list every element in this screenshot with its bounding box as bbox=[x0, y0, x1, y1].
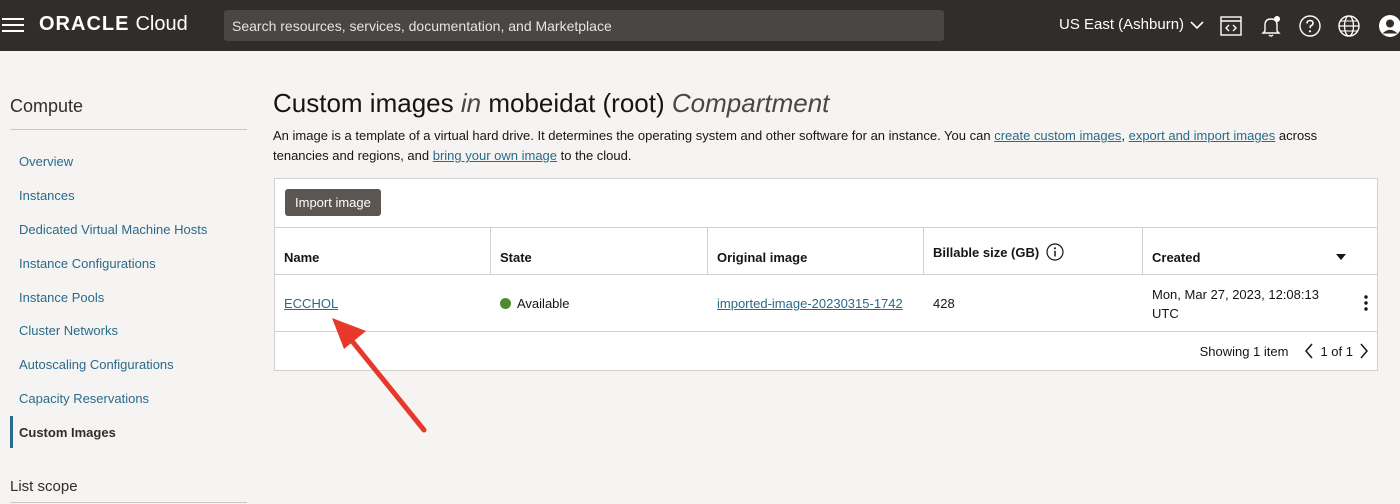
page-title: Custom images in mobeidat (root) Compart… bbox=[273, 88, 829, 119]
showing-count: Showing 1 item bbox=[1199, 343, 1289, 359]
created-value: Mon, Mar 27, 2023, 12:08:13 UTC bbox=[1152, 287, 1319, 321]
sidebar-divider bbox=[10, 129, 247, 130]
menu-icon[interactable] bbox=[2, 15, 24, 35]
help-icon[interactable] bbox=[1298, 14, 1322, 38]
cell-state: Available bbox=[491, 275, 708, 331]
region-label: US East (Ashburn) bbox=[1059, 16, 1185, 33]
export-import-images-link[interactable]: export and import images bbox=[1129, 128, 1276, 143]
intro-text-1: An image is a template of a virtual hard… bbox=[273, 128, 995, 143]
region-selector[interactable]: US East (Ashburn) bbox=[1059, 16, 1204, 33]
state-label: Available bbox=[517, 296, 570, 311]
oracle-cloud-logo[interactable]: ORACLE Cloud bbox=[39, 13, 188, 39]
table-row: ECCHOL Available imported-image-20230315… bbox=[275, 275, 1377, 332]
images-table-panel: Import image Name State Original image B… bbox=[274, 178, 1378, 371]
column-header-original-image[interactable]: Original image bbox=[708, 228, 924, 275]
column-header-name[interactable]: Name bbox=[275, 228, 491, 275]
pagination: Showing 1 item 1 of 1 bbox=[1200, 343, 1369, 359]
chevron-down-icon bbox=[1190, 20, 1204, 29]
sidebar-item-custom-images[interactable]: Custom Images bbox=[19, 425, 116, 440]
search-input[interactable] bbox=[224, 10, 944, 41]
page-title-main: Custom images bbox=[273, 88, 454, 118]
column-header-state[interactable]: State bbox=[491, 228, 708, 275]
image-name-link[interactable]: ECCHOL bbox=[284, 296, 338, 311]
import-image-button[interactable]: Import image bbox=[285, 189, 381, 216]
billable-size-label: Billable size (GB) bbox=[933, 245, 1040, 260]
create-custom-images-link[interactable]: create custom images bbox=[994, 128, 1121, 143]
sidebar-item-autoscaling-configurations[interactable]: Autoscaling Configurations bbox=[19, 357, 174, 372]
table-header: Name State Original image Billable size … bbox=[275, 227, 1377, 275]
logo-product: Cloud bbox=[135, 13, 188, 35]
info-icon[interactable] bbox=[1046, 243, 1064, 261]
cell-created: Mon, Mar 27, 2023, 12:08:13 UTC bbox=[1143, 275, 1377, 331]
bell-icon[interactable] bbox=[1259, 14, 1283, 38]
sidebar-item-dedicated-vm-hosts[interactable]: Dedicated Virtual Machine Hosts bbox=[19, 222, 207, 237]
column-header-created[interactable]: Created bbox=[1143, 228, 1377, 275]
billable-size-value: 428 bbox=[933, 296, 955, 311]
previous-page-icon[interactable] bbox=[1304, 343, 1314, 359]
sidebar-active-indicator bbox=[10, 416, 13, 448]
sidebar: Compute Overview Instances Dedicated Vir… bbox=[0, 51, 260, 504]
user-icon[interactable] bbox=[1378, 14, 1400, 38]
cell-original-image: imported-image-20230315-1742 bbox=[708, 275, 924, 331]
top-bar: ORACLE Cloud US East (Ashburn) bbox=[0, 0, 1400, 51]
available-status-dot bbox=[500, 298, 511, 309]
original-image-link[interactable]: imported-image-20230315-1742 bbox=[717, 296, 903, 311]
cell-billable-size: 428 bbox=[924, 275, 1143, 331]
intro-text-2: , bbox=[1121, 128, 1129, 143]
page-title-in: in bbox=[460, 88, 482, 118]
page-title-suffix: Compartment bbox=[671, 88, 830, 118]
list-scope-divider bbox=[10, 502, 247, 503]
list-scope-heading: List scope bbox=[10, 478, 78, 495]
next-page-icon[interactable] bbox=[1359, 343, 1369, 359]
intro-text-4: to the cloud. bbox=[557, 148, 632, 163]
page-description: An image is a template of a virtual hard… bbox=[273, 126, 1368, 166]
sidebar-item-capacity-reservations[interactable]: Capacity Reservations bbox=[19, 391, 149, 406]
page-indicator: 1 of 1 bbox=[1320, 343, 1353, 359]
sidebar-item-instance-configurations[interactable]: Instance Configurations bbox=[19, 256, 156, 271]
sort-descending-icon[interactable] bbox=[1336, 254, 1346, 260]
sidebar-title: Compute bbox=[10, 96, 84, 116]
globe-icon[interactable] bbox=[1337, 14, 1361, 38]
bring-your-own-image-link[interactable]: bring your own image bbox=[433, 148, 557, 163]
sidebar-item-cluster-networks[interactable]: Cluster Networks bbox=[19, 323, 118, 338]
sidebar-item-overview[interactable]: Overview bbox=[19, 154, 73, 169]
page-title-compartment: mobeidat (root) bbox=[488, 88, 665, 118]
annotation-arrow-icon bbox=[332, 318, 427, 433]
sidebar-item-instances[interactable]: Instances bbox=[19, 188, 75, 203]
column-header-billable-size[interactable]: Billable size (GB) bbox=[924, 228, 1143, 275]
logo-brand: ORACLE bbox=[39, 13, 130, 35]
sidebar-item-instance-pools[interactable]: Instance Pools bbox=[19, 290, 104, 305]
row-actions-kebab-icon[interactable] bbox=[1361, 293, 1371, 313]
code-editor-icon[interactable] bbox=[1219, 14, 1243, 38]
